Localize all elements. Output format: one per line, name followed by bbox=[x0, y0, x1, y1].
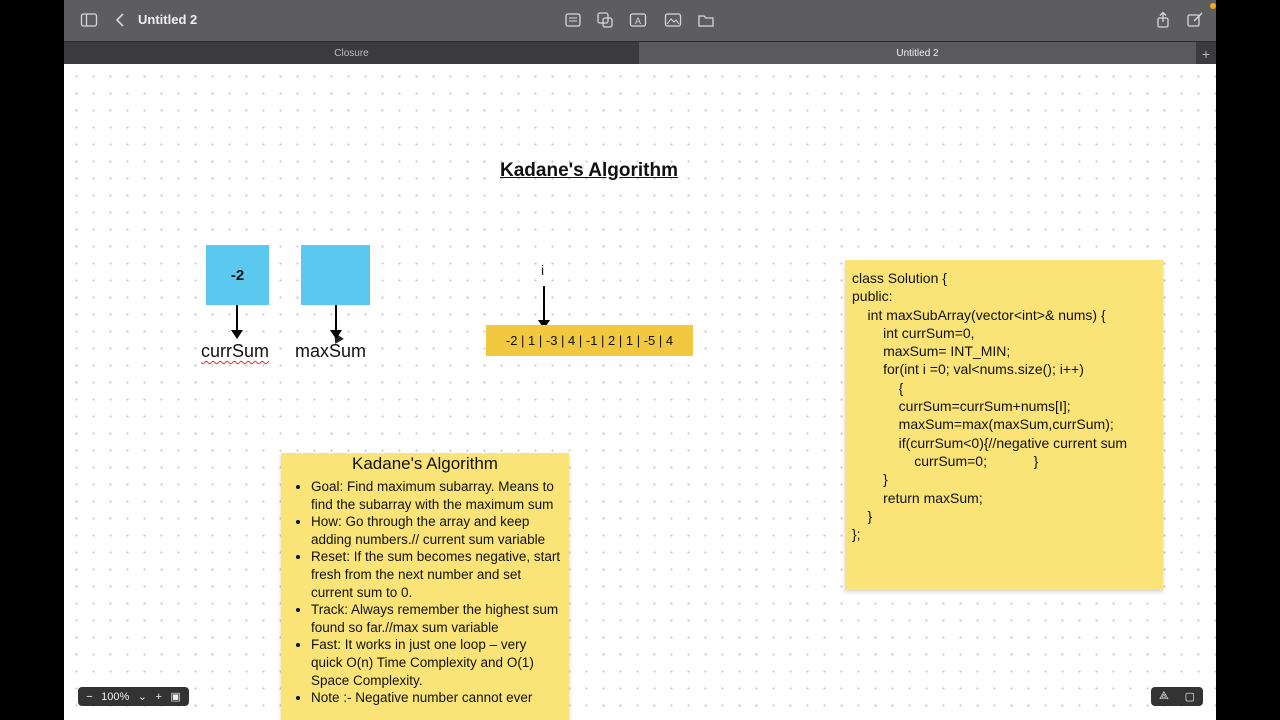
code-line: maxSum= INT_MIN; bbox=[852, 343, 1011, 360]
toolbar: Untitled 2 A bbox=[64, 0, 1216, 41]
folder-icon[interactable] bbox=[697, 11, 715, 29]
currsum-box[interactable]: -2 bbox=[206, 245, 269, 305]
zoom-out-button[interactable]: − bbox=[86, 691, 92, 703]
code-line: }; bbox=[852, 526, 861, 543]
zoom-in-button[interactable]: + bbox=[155, 691, 161, 703]
code-line: { bbox=[852, 379, 904, 396]
code-line: } bbox=[852, 507, 873, 524]
note-bullet-list: Goal: Find maximum subarray. Means to fi… bbox=[289, 478, 561, 707]
list-item: Goal: Find maximum subarray. Means to fi… bbox=[311, 478, 561, 513]
tab-untitled-2[interactable]: Untitled 2 bbox=[639, 42, 1196, 65]
currsum-arrow[interactable] bbox=[231, 305, 243, 339]
text-box-icon[interactable]: A bbox=[629, 11, 647, 29]
array-bar[interactable]: -2 | 1 | -3 | 4 | -1 | 2 | 1 | -5 | 4 bbox=[486, 325, 693, 356]
maxsum-arrow[interactable] bbox=[330, 305, 342, 339]
back-chevron-icon[interactable] bbox=[112, 11, 130, 29]
view-controls: ⟁ ▢ bbox=[1151, 687, 1203, 706]
code-line: int currSum=0, bbox=[852, 324, 975, 341]
code-line: currSum=currSum+nums[I]; bbox=[852, 398, 1071, 415]
tab-closure[interactable]: Closure bbox=[64, 42, 639, 65]
document-title: Untitled 2 bbox=[138, 12, 198, 27]
code-line: int maxSubArray(vector<int>& nums) { bbox=[852, 306, 1106, 323]
code-line: if(currSum<0){//negative current sum bbox=[852, 434, 1128, 451]
compose-icon[interactable] bbox=[1186, 11, 1204, 29]
minimap-icon[interactable]: ▢ bbox=[1185, 690, 1195, 703]
currsum-label[interactable]: currSum bbox=[201, 341, 269, 362]
recording-indicator bbox=[1210, 3, 1216, 9]
connection-icon[interactable]: ⟁ bbox=[1159, 690, 1169, 703]
board-title[interactable]: Kadane's Algorithm bbox=[500, 160, 678, 182]
zoom-control: − 100% ⌄ + ▣ bbox=[78, 687, 189, 706]
share-icon[interactable] bbox=[1154, 11, 1172, 29]
explanation-sticky-note[interactable]: Kadane's Algorithm Goal: Find maximum su… bbox=[281, 453, 569, 720]
maxsum-box[interactable] bbox=[301, 245, 370, 305]
pointer-arrow[interactable] bbox=[538, 286, 550, 329]
sidebar-toggle-icon[interactable] bbox=[80, 11, 98, 29]
tab-bar: Closure Untitled 2 + bbox=[64, 41, 1216, 65]
media-icon[interactable] bbox=[664, 11, 682, 29]
code-line: for(int i =0; val<nums.size(); i++) bbox=[852, 361, 1084, 378]
currsum-text: currSum bbox=[201, 341, 270, 361]
app-window: Untitled 2 A Closure Untitled 2 + Kadane… bbox=[64, 0, 1216, 720]
list-icon[interactable] bbox=[564, 11, 582, 29]
code-line: } bbox=[852, 471, 888, 488]
list-item: Reset: If the sum becomes negative, star… bbox=[311, 548, 561, 601]
list-item: Note :- Negative number cannot ever bbox=[311, 689, 561, 707]
freeform-canvas[interactable]: Kadane's Algorithm -2 currSum maxSum i -… bbox=[64, 64, 1216, 720]
code-line: public: bbox=[852, 288, 893, 305]
note-heading: Kadane's Algorithm bbox=[352, 454, 498, 473]
code-line: class Solution { bbox=[852, 270, 947, 286]
svg-text:A: A bbox=[635, 16, 641, 26]
code-sticky-note[interactable]: class Solution { public: int maxSubArray… bbox=[845, 260, 1163, 590]
code-line: return maxSum; bbox=[852, 489, 983, 506]
code-line: currSum=0; } bbox=[852, 452, 1039, 469]
list-item: How: Go through the array and keep addin… bbox=[311, 513, 561, 548]
add-tab-button[interactable]: + bbox=[1196, 42, 1216, 65]
fit-to-screen-icon[interactable]: ▣ bbox=[170, 690, 180, 703]
shapes-icon[interactable] bbox=[596, 11, 614, 29]
chevron-down-icon[interactable]: ⌄ bbox=[138, 690, 147, 703]
code-line: maxSum=max(maxSum,currSum); bbox=[852, 416, 1114, 433]
list-item: Fast: It works in just one loop – very q… bbox=[311, 636, 561, 689]
zoom-level[interactable]: 100% bbox=[101, 691, 129, 703]
pointer-label[interactable]: i bbox=[541, 262, 544, 278]
list-item: Track: Always remember the highest sum f… bbox=[311, 601, 561, 636]
maxsum-label[interactable]: maxSum bbox=[295, 341, 366, 362]
